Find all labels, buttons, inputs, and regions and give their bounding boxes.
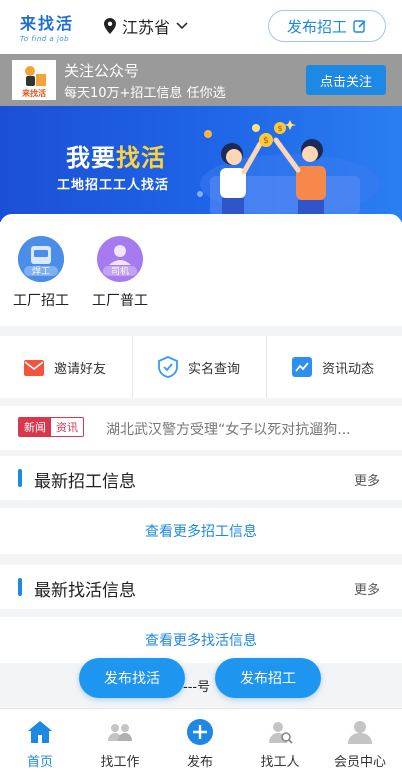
post-job-label: 发布招工 [286, 17, 347, 36]
bottom-tab-bar: 首页 找工作 发布 找工人 会员中心 [0, 708, 402, 776]
envelope-icon [24, 360, 44, 376]
more-jobs-link[interactable]: 更多 [354, 470, 380, 489]
real-name-query-link[interactable]: 实名查询 [158, 336, 240, 398]
trend-chart-icon [292, 357, 312, 377]
badge-text: 焊工 [32, 265, 50, 277]
news-feed-link[interactable]: 资讯动态 [292, 336, 374, 398]
search-worker-icon [269, 722, 293, 744]
section-title: 最新找活信息 [34, 581, 136, 601]
news-headline[interactable]: 湖北武汉警方受理“女子以死对抗遛狗... [106, 419, 384, 439]
quick-links: 邀请好友 实名查询 资讯动态 [0, 336, 402, 398]
top-header: 来找活 To find a job 江苏省 发布招工 [0, 0, 402, 54]
user-icon [348, 721, 372, 744]
news-tag-b: 资讯 [51, 418, 83, 436]
location-label: 江苏省 [122, 18, 171, 37]
chevron-down-icon [176, 22, 188, 30]
divider [132, 336, 133, 398]
logo-text: 来找活 [20, 14, 75, 33]
tab-home[interactable]: 首页 [5, 719, 75, 770]
plus-circle-icon [187, 719, 213, 745]
invite-friends-link[interactable]: 邀请好友 [24, 336, 106, 398]
svg-text:$: $ [263, 136, 269, 146]
shield-check-icon [158, 356, 178, 378]
banner-subline: 工地招工工人找活 [57, 178, 170, 193]
news-tag: 新闻 资讯 [18, 417, 84, 437]
edit-icon [353, 20, 366, 33]
banner-headline: 我要找活 [66, 138, 166, 173]
latest-jobs-header: 最新招工信息 更多 [0, 456, 402, 500]
category-factory-recruit[interactable]: 焊工 工厂招工 [6, 236, 76, 316]
follow-title: 关注公众号 [64, 62, 140, 80]
home-icon [28, 721, 52, 743]
tab-label: 找工作 [100, 755, 140, 770]
tab-member-center[interactable]: 会员中心 [325, 719, 395, 770]
banner-headline-b: 找活 [116, 144, 166, 172]
banner-illustration: $ $ [197, 120, 380, 216]
section-accent-bar [18, 469, 22, 487]
news-ticker[interactable]: 新闻 资讯 湖北武汉警方受理“女子以死对抗遛狗... [0, 406, 402, 450]
logo-tagline: To find a job [20, 35, 70, 43]
tab-label: 找工人 [260, 755, 300, 770]
account-logo: 来找活 [12, 60, 56, 100]
worker-mascot-icon: 来找活 [12, 60, 56, 100]
tab-find-worker[interactable]: 找工人 [245, 719, 315, 770]
tab-label: 会员中心 [333, 755, 386, 770]
floating-separator-text: ---号 [183, 680, 211, 695]
location-selector[interactable]: 江苏省 [104, 14, 188, 38]
location-pin-icon [104, 18, 116, 34]
quick-link-label: 邀请好友 [54, 361, 107, 377]
app-logo[interactable]: 来找活 To find a job [20, 10, 80, 43]
post-find-work-button[interactable]: 发布找活 [79, 658, 185, 698]
workers-icon [108, 724, 132, 741]
follow-button[interactable]: 点击关注 [306, 65, 386, 95]
svg-text:$: $ [277, 124, 282, 133]
section-accent-bar [18, 578, 22, 596]
quick-link-label: 实名查询 [188, 361, 241, 377]
more-work-link[interactable]: 更多 [354, 579, 380, 598]
post-recruit-button[interactable]: 发布招工 [215, 658, 321, 698]
banner-headline-a: 我要 [66, 144, 116, 172]
tab-find-job[interactable]: 找工作 [85, 719, 155, 770]
category-factory-general[interactable]: 司机 工厂普工 [85, 236, 155, 316]
category-panel: 焊工 工厂招工 司机 工厂普工 [0, 214, 402, 326]
post-job-button[interactable]: 发布招工 [268, 10, 386, 42]
view-more-jobs-link[interactable]: 查看更多招工信息 [0, 508, 402, 554]
svg-text:来找活: 来找活 [21, 88, 46, 98]
follow-account-bar: 来找活 关注公众号 每天10万+招工信息 任你选 点击关注 [0, 54, 402, 106]
view-more-work-link[interactable]: 查看更多找活信息 [0, 617, 402, 663]
welder-badge-icon: 焊工 [18, 236, 64, 282]
latest-work-header: 最新找活信息 更多 [0, 565, 402, 609]
driver-icon: 司机 [97, 236, 143, 282]
category-label: 工厂普工 [92, 293, 148, 309]
news-tag-a: 新闻 [19, 418, 51, 436]
follow-subtitle: 每天10万+招工信息 任你选 [64, 86, 226, 101]
driver-badge-icon: 司机 [97, 236, 143, 282]
welder-icon: 焊工 [18, 236, 64, 282]
tab-label: 首页 [26, 755, 53, 770]
quick-link-label: 资讯动态 [322, 361, 375, 377]
promo-banner[interactable]: 我要找活 工地招工工人找活 $ $ [0, 106, 402, 222]
tab-publish[interactable]: 发布 [165, 719, 235, 770]
section-title: 最新招工信息 [34, 472, 136, 492]
category-label: 工厂招工 [13, 293, 69, 309]
tab-label: 发布 [186, 755, 213, 770]
badge-text: 司机 [111, 265, 129, 277]
divider [266, 336, 267, 398]
